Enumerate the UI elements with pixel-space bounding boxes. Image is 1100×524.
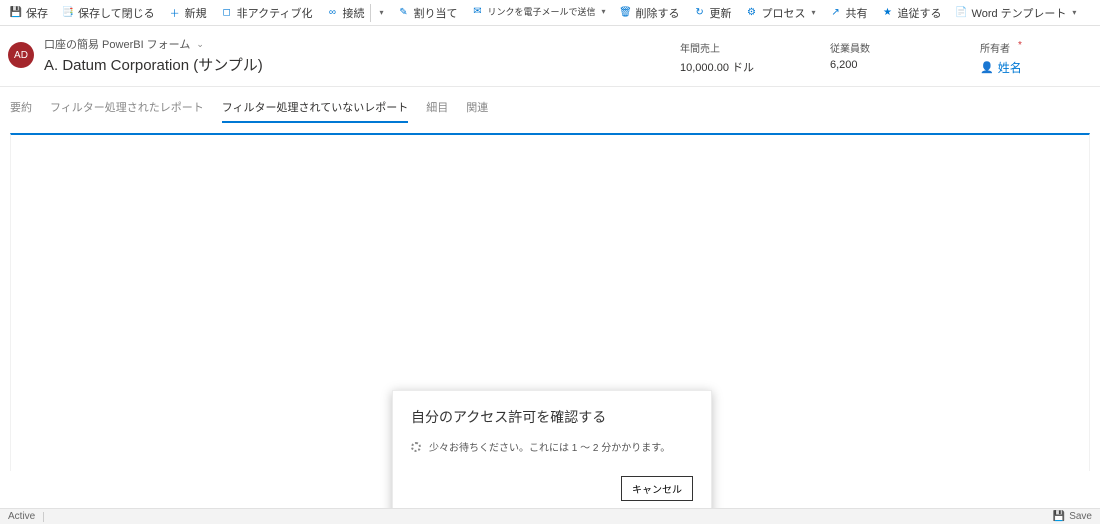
chevron-down-icon: ⌄ — [196, 39, 204, 50]
save-label: 保存 — [26, 5, 48, 21]
dialog-body-text: 少々お待ちください。これには 1 ～ 2 分かかります。 — [429, 439, 670, 454]
save-close-icon: 📑 — [62, 7, 74, 19]
save-button[interactable]: 💾 保存 — [4, 1, 54, 25]
separator — [43, 512, 44, 522]
status-text: Active — [8, 511, 35, 522]
save-icon[interactable]: 💾 — [1053, 511, 1065, 522]
owner-label: 所有者* — [980, 40, 1070, 55]
chevron-down-icon[interactable]: ▾ — [602, 8, 606, 16]
tab-related[interactable]: 関連 — [466, 99, 488, 123]
tab-summary[interactable]: 要約 — [10, 99, 32, 123]
employees-field: 従業員数 6,200 — [830, 40, 920, 76]
title-column: 口座の簡易 PowerBI フォーム ⌄ A. Datum Corporatio… — [44, 36, 444, 75]
follow-label: 追従する — [898, 5, 942, 21]
dialog-title: 自分のアクセス許可を確認する — [411, 407, 693, 427]
refresh-button[interactable]: ↻ 更新 — [688, 1, 738, 25]
owner-value[interactable]: 👤 姓名 — [980, 59, 1022, 76]
annual-revenue-field: 年間売上 10,000.00 ドル — [680, 40, 770, 76]
dialog-actions: キャンセル — [411, 476, 693, 501]
assign-label: 割り当て — [413, 5, 457, 21]
tab-details[interactable]: 細目 — [426, 99, 448, 123]
owner-name: 姓名 — [998, 59, 1022, 76]
word-templates-button[interactable]: 📄 Word テンプレート ▾ — [950, 1, 1083, 25]
follow-button[interactable]: ★ 追従する — [876, 1, 948, 25]
star-icon: ★ — [882, 7, 894, 19]
share-label: 共有 — [846, 5, 868, 21]
mail-icon: ✉ — [471, 7, 483, 19]
deactivate-label: 非アクティブ化 — [237, 5, 313, 21]
word-icon: 📄 — [956, 7, 968, 19]
new-label: 新規 — [185, 5, 207, 21]
form-selector[interactable]: 口座の簡易 PowerBI フォーム ⌄ — [44, 36, 444, 52]
record-avatar: AD — [8, 42, 34, 68]
plus-icon: ＋ — [169, 7, 181, 19]
refresh-icon: ↻ — [694, 7, 706, 19]
delete-button[interactable]: 🗑 削除する — [614, 1, 686, 25]
email-link-button[interactable]: ✉ リンクを電子メールで送信 ▾ — [465, 1, 611, 25]
tab-filtered-report[interactable]: フィルター処理されたレポート — [50, 99, 204, 123]
save-and-close-button[interactable]: 📑 保存して閉じる — [56, 1, 161, 25]
annual-revenue-value[interactable]: 10,000.00 ドル — [680, 59, 770, 75]
delete-label: 削除する — [636, 5, 680, 21]
process-label: プロセス — [762, 5, 806, 21]
footer-right: 💾 Save — [1053, 511, 1092, 522]
deactivate-button[interactable]: ◻ 非アクティブ化 — [215, 1, 319, 25]
form-tabs: 要約 フィルター処理されたレポート フィルター処理されていないレポート 細目 関… — [0, 87, 1100, 123]
word-templates-label: Word テンプレート — [972, 5, 1067, 21]
new-button[interactable]: ＋ 新規 — [163, 1, 213, 25]
dialog-body: 少々お待ちください。これには 1 ～ 2 分かかります。 — [411, 439, 693, 454]
deactivate-icon: ◻ — [221, 7, 233, 19]
assign-button[interactable]: ✎ 割り当て — [391, 1, 463, 25]
employees-label: 従業員数 — [830, 40, 920, 55]
tab-unfiltered-report[interactable]: フィルター処理されていないレポート — [222, 99, 408, 123]
connect-button[interactable]: ∞ 接続 ▾ — [320, 1, 389, 25]
share-icon: ↗ — [830, 7, 842, 19]
record-title: A. Datum Corporation (サンプル) — [44, 54, 444, 75]
owner-field: 所有者* 👤 姓名 — [980, 40, 1070, 76]
chevron-down-icon[interactable]: ▾ — [1072, 8, 1076, 17]
trash-icon: 🗑 — [620, 7, 632, 19]
person-icon: 👤 — [980, 61, 994, 74]
chevron-down-icon[interactable]: ▾ — [812, 8, 816, 17]
spinner-icon — [411, 442, 421, 452]
cancel-button[interactable]: キャンセル — [621, 476, 693, 501]
status-bar: Active 💾 Save — [0, 508, 1100, 524]
form-name-label: 口座の簡易 PowerBI フォーム — [44, 36, 190, 52]
process-icon: ⚙ — [746, 7, 758, 19]
employees-value[interactable]: 6,200 — [830, 59, 920, 71]
annual-revenue-label: 年間売上 — [680, 40, 770, 55]
process-button[interactable]: ⚙ プロセス ▾ — [740, 1, 822, 25]
share-button[interactable]: ↗ 共有 — [824, 1, 874, 25]
permissions-dialog: 自分のアクセス許可を確認する 少々お待ちください。これには 1 ～ 2 分かかり… — [392, 390, 712, 516]
header-fields: 年間売上 10,000.00 ドル 従業員数 6,200 所有者* 👤 姓名 — [680, 36, 1090, 76]
form-header: AD 口座の簡易 PowerBI フォーム ⌄ A. Datum Corpora… — [0, 26, 1100, 87]
connect-label: 接続 — [342, 5, 364, 21]
connect-icon: ∞ — [326, 7, 338, 19]
save-close-label: 保存して閉じる — [78, 5, 155, 21]
required-star-icon: * — [1018, 40, 1022, 51]
save-icon: 💾 — [10, 7, 22, 19]
footer-save-label[interactable]: Save — [1069, 511, 1092, 522]
chevron-down-icon[interactable]: ▾ — [379, 8, 383, 17]
separator — [370, 4, 371, 22]
refresh-label: 更新 — [710, 5, 732, 21]
command-bar: 💾 保存 📑 保存して閉じる ＋ 新規 ◻ 非アクティブ化 ∞ 接続 ▾ ✎ 割… — [0, 0, 1100, 26]
email-link-label: リンクを電子メールで送信 — [487, 8, 595, 17]
assign-icon: ✎ — [397, 7, 409, 19]
